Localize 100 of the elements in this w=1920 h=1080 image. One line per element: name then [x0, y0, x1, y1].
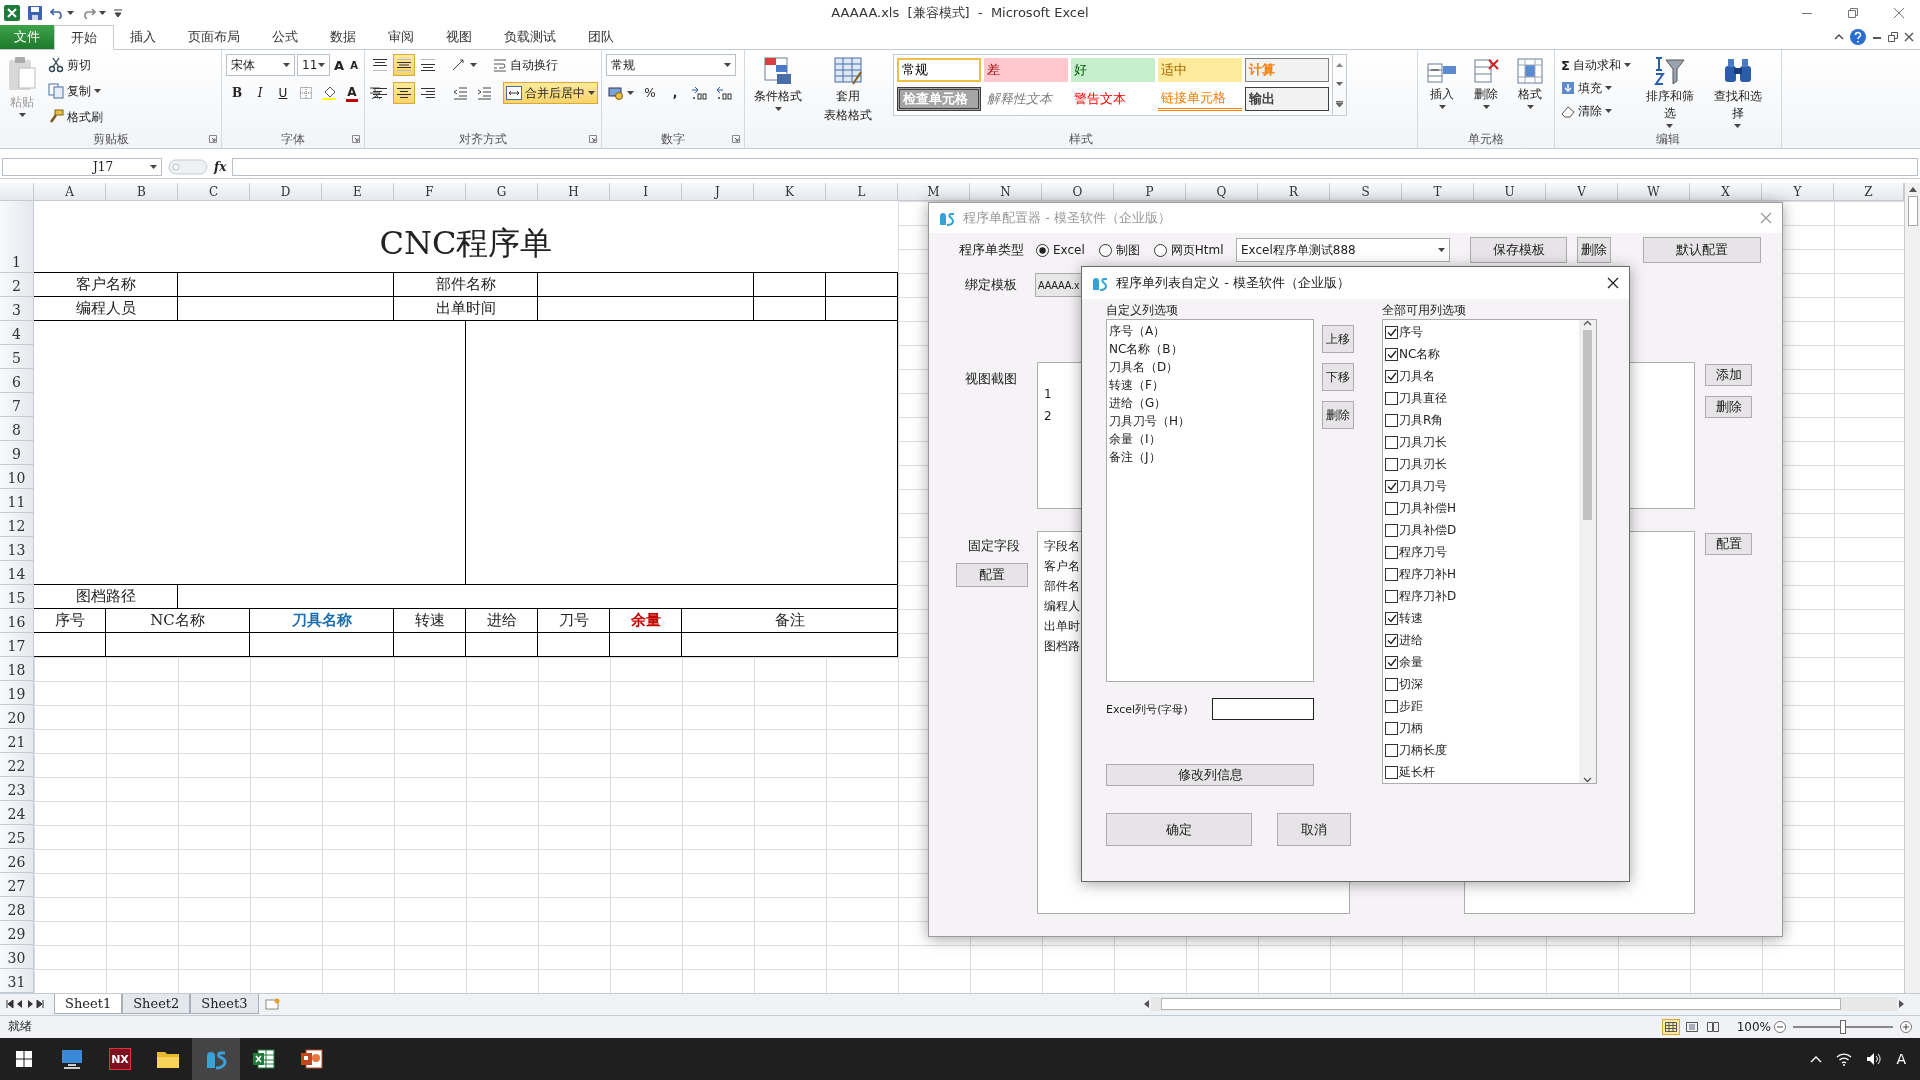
list-action-button[interactable]: 上移 — [1322, 325, 1354, 353]
list-item[interactable]: 余量（I） — [1109, 430, 1311, 448]
row-header[interactable]: 28 — [0, 897, 34, 922]
column-header[interactable]: W — [1618, 183, 1690, 202]
row-header[interactable]: 31 — [0, 969, 34, 994]
ribbon-tab[interactable]: 文件 — [0, 25, 54, 49]
vertical-align-button[interactable] — [393, 54, 415, 76]
number-format-field[interactable]: 常规 — [606, 54, 736, 76]
column-header[interactable]: R — [1258, 183, 1330, 202]
column-header[interactable]: U — [1474, 183, 1546, 202]
row-header[interactable]: 16 — [0, 609, 34, 634]
normal-view-button[interactable] — [1661, 1018, 1680, 1035]
column-header[interactable]: F — [394, 183, 466, 202]
checkbox-item[interactable]: 步距 — [1383, 695, 1579, 717]
checkbox-item[interactable]: 进给 — [1383, 629, 1579, 651]
edit-command-button[interactable]: 清除 — [1559, 100, 1633, 122]
ribbon-tab[interactable]: 公式 — [256, 25, 314, 49]
column-header[interactable]: Z — [1834, 183, 1904, 202]
checkbox-item[interactable]: 余量 — [1383, 651, 1579, 673]
column-header[interactable]: Q — [1186, 183, 1258, 202]
column-header[interactable]: T — [1402, 183, 1474, 202]
checkbox-item[interactable]: 序号 — [1383, 321, 1579, 343]
add-button[interactable]: 添加 — [1705, 364, 1752, 386]
font-color-button[interactable]: A — [341, 82, 363, 104]
zoom-out-button[interactable] — [1774, 1020, 1786, 1033]
underline-button[interactable]: U — [272, 82, 294, 104]
row-header[interactable]: 5 — [0, 345, 34, 370]
row-header[interactable]: 26 — [0, 849, 34, 874]
row-header[interactable]: 27 — [0, 873, 34, 898]
checkbox-item[interactable]: 刀柄 — [1383, 717, 1579, 739]
name-box[interactable]: J17 — [2, 157, 162, 176]
row-header[interactable]: 3 — [0, 297, 34, 322]
horizontal-align-button[interactable] — [393, 82, 415, 104]
config-button[interactable]: 配置 — [956, 563, 1028, 587]
table-format-button[interactable]: 套用 表格格式 — [813, 54, 883, 131]
ribbon-tab[interactable]: 开始 — [54, 25, 114, 50]
checkbox-item[interactable]: NC名称 — [1383, 343, 1579, 365]
row-header[interactable]: 23 — [0, 777, 34, 802]
column-header[interactable]: A — [34, 183, 106, 202]
column-header[interactable]: I — [610, 183, 682, 202]
row-header[interactable]: 4 — [0, 321, 34, 346]
ribbon-tab[interactable]: 页面布局 — [172, 25, 256, 49]
column-header[interactable]: S — [1330, 183, 1402, 202]
ribbon-tab[interactable]: 审阅 — [372, 25, 430, 49]
row-header[interactable]: 17 — [0, 633, 34, 658]
clipboard-action[interactable]: 格式刷 — [46, 106, 105, 128]
row-header[interactable]: 15 — [0, 585, 34, 610]
font-size-field[interactable]: 11 — [297, 54, 330, 76]
column-header[interactable]: G — [466, 183, 538, 202]
column-header[interactable]: L — [826, 183, 898, 202]
cell-command-button[interactable]: 格式 — [1510, 54, 1550, 131]
scroll-thumb[interactable] — [1907, 196, 1918, 227]
percent-button[interactable]: % — [639, 82, 661, 104]
row-header[interactable]: 2 — [0, 273, 34, 298]
sheet-tab[interactable]: Sheet3 — [190, 994, 259, 1015]
row-header[interactable]: 14 — [0, 561, 34, 586]
template-select[interactable]: Excel程序单测试888 — [1236, 238, 1450, 262]
wrap-text-button[interactable]: 自动换行 — [491, 54, 560, 76]
checkbox-item[interactable]: 延长杆 — [1383, 761, 1579, 783]
vertical-scrollbar[interactable] — [1904, 183, 1920, 994]
bold-button[interactable]: B — [226, 82, 248, 104]
checkbox-item[interactable]: 刀具补偿D — [1383, 519, 1579, 541]
checkbox-item[interactable]: 程序刀补H — [1383, 563, 1579, 585]
modify-column-button[interactable]: 修改列信息 — [1106, 764, 1314, 786]
checkbox-item[interactable]: 刀柄长度 — [1383, 739, 1579, 761]
merge-center-button[interactable]: 合并后居中 — [503, 82, 598, 104]
row-header[interactable]: 11 — [0, 489, 34, 514]
checkbox-item[interactable]: 刀具刀号 — [1383, 475, 1579, 497]
checkbox-item[interactable]: 刀具刀长 — [1383, 431, 1579, 453]
column-header[interactable]: P — [1114, 183, 1186, 202]
row-header[interactable]: 7 — [0, 393, 34, 418]
column-header[interactable]: J — [682, 183, 754, 202]
checkbox-item[interactable]: 刀具R角 — [1383, 409, 1579, 431]
checkbox-item[interactable]: 刀具补偿H — [1383, 497, 1579, 519]
scroll-thumb[interactable] — [1583, 330, 1592, 520]
font-name-field[interactable]: 宋体 — [226, 54, 296, 76]
horizontal-scrollbar[interactable] — [1144, 996, 1904, 1013]
row-header[interactable]: 25 — [0, 825, 34, 850]
edit-command-button[interactable]: Σ 自动求和 — [1559, 54, 1633, 76]
redo-button[interactable] — [82, 7, 106, 19]
column-header[interactable]: X — [1690, 183, 1762, 202]
column-header[interactable]: V — [1546, 183, 1618, 202]
row-header[interactable]: 8 — [0, 417, 34, 442]
row-header[interactable]: 1 — [0, 201, 34, 274]
delete-button[interactable]: 删除 — [1577, 237, 1611, 263]
column-header[interactable]: K — [754, 183, 826, 202]
row-header[interactable]: 30 — [0, 945, 34, 970]
list-action-button[interactable]: 删除 — [1322, 401, 1354, 429]
cell-style[interactable]: 适中 — [1158, 58, 1242, 82]
ok-button[interactable]: 确定 — [1106, 813, 1252, 846]
row-header[interactable]: 9 — [0, 441, 34, 466]
undo-button[interactable] — [50, 7, 74, 19]
edit-command-button[interactable]: 填充 — [1559, 77, 1633, 99]
save-template-button[interactable]: 保存模板 — [1470, 237, 1567, 263]
radio-option[interactable]: 制图 — [1098, 241, 1140, 259]
column-header[interactable]: H — [538, 183, 610, 202]
sheet-tab[interactable]: Sheet2 — [122, 994, 191, 1015]
list-item[interactable]: NC名称（B） — [1109, 340, 1311, 358]
row-header[interactable]: 6 — [0, 369, 34, 394]
cell-style[interactable]: 好 — [1071, 58, 1155, 82]
